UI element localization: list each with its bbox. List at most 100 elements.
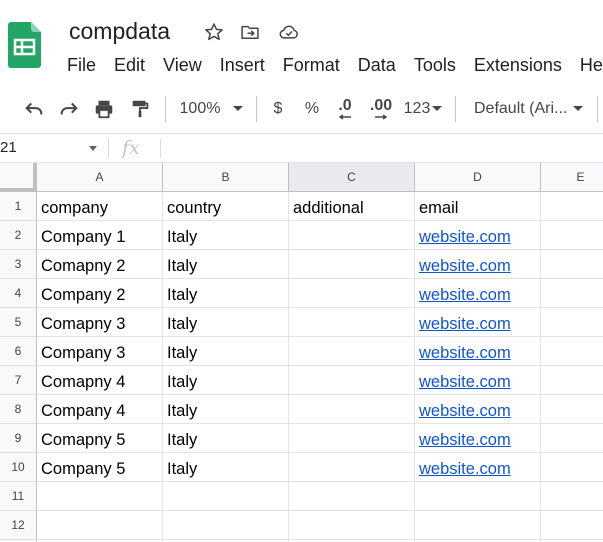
font-select[interactable]: Default (Ari...: [474, 90, 566, 128]
row-header-3[interactable]: 3: [0, 250, 37, 279]
cell-e9[interactable]: [541, 424, 603, 453]
cell-c9[interactable]: [289, 424, 415, 453]
cell-a2[interactable]: Company 1: [37, 221, 163, 250]
name-box[interactable]: 21: [0, 134, 100, 162]
menu-view[interactable]: View: [163, 53, 211, 79]
cell-c5[interactable]: [289, 308, 415, 337]
menu-edit[interactable]: Edit: [114, 53, 154, 79]
cell-b3[interactable]: Italy: [163, 250, 289, 279]
chevron-down-icon[interactable]: [230, 90, 246, 128]
cell-b5[interactable]: Italy: [163, 308, 289, 337]
menu-extensions[interactable]: Extensions: [474, 53, 571, 79]
redo-icon[interactable]: [55, 90, 83, 128]
number-format-chevron-icon[interactable]: [430, 90, 444, 128]
cell-e6[interactable]: [541, 337, 603, 366]
cell-d12[interactable]: [415, 511, 541, 540]
cell-a5[interactable]: Comapny 3: [37, 308, 163, 337]
cell-d6[interactable]: website.com: [415, 337, 541, 366]
cell-d2[interactable]: website.com: [415, 221, 541, 250]
menu-help[interactable]: Hel: [580, 53, 603, 79]
cell-d10[interactable]: website.com: [415, 453, 541, 482]
column-header-b[interactable]: B: [163, 163, 289, 192]
cell-c11[interactable]: [289, 482, 415, 511]
cell-e5[interactable]: [541, 308, 603, 337]
cell-b10[interactable]: Italy: [163, 453, 289, 482]
decrease-decimal-button[interactable]: .0: [332, 90, 358, 128]
star-icon[interactable]: [202, 20, 226, 44]
column-header-d[interactable]: D: [415, 163, 541, 192]
sheets-logo-icon[interactable]: [8, 22, 41, 68]
cell-d9[interactable]: website.com: [415, 424, 541, 453]
cell-a11[interactable]: [37, 482, 163, 511]
cell-c2[interactable]: [289, 221, 415, 250]
formula-input[interactable]: [170, 134, 590, 162]
cell-e8[interactable]: [541, 395, 603, 424]
cell-b2[interactable]: Italy: [163, 221, 289, 250]
menu-tools[interactable]: Tools: [414, 53, 465, 79]
increase-decimal-button[interactable]: .00: [366, 90, 396, 128]
currency-button[interactable]: $: [268, 90, 288, 128]
cell-e4[interactable]: [541, 279, 603, 308]
cell-e1[interactable]: [541, 192, 603, 221]
cell-e2[interactable]: [541, 221, 603, 250]
cell-a6[interactable]: Company 3: [37, 337, 163, 366]
number-format-button[interactable]: 123: [402, 90, 432, 128]
menu-file[interactable]: File: [67, 53, 105, 79]
cell-b8[interactable]: Italy: [163, 395, 289, 424]
move-to-folder-icon[interactable]: [238, 20, 262, 44]
cell-b12[interactable]: [163, 511, 289, 540]
percent-button[interactable]: %: [302, 90, 322, 128]
row-header-7[interactable]: 7: [0, 366, 37, 395]
document-title[interactable]: compdata: [69, 15, 170, 47]
row-header-12[interactable]: 12: [0, 511, 37, 540]
cell-b11[interactable]: [163, 482, 289, 511]
cell-a9[interactable]: Comapny 5: [37, 424, 163, 453]
cell-c1[interactable]: additional: [289, 192, 415, 221]
cell-e12[interactable]: [541, 511, 603, 540]
cell-a8[interactable]: Company 4: [37, 395, 163, 424]
column-header-a[interactable]: A: [37, 163, 163, 192]
cell-c3[interactable]: [289, 250, 415, 279]
column-header-c[interactable]: C: [289, 163, 415, 192]
cell-a3[interactable]: Comapny 2: [37, 250, 163, 279]
row-header-9[interactable]: 9: [0, 424, 37, 453]
cell-d11[interactable]: [415, 482, 541, 511]
cell-c12[interactable]: [289, 511, 415, 540]
cell-b7[interactable]: Italy: [163, 366, 289, 395]
row-header-5[interactable]: 5: [0, 308, 37, 337]
paint-format-icon[interactable]: [126, 90, 154, 128]
cell-e11[interactable]: [541, 482, 603, 511]
cell-c4[interactable]: [289, 279, 415, 308]
row-header-10[interactable]: 10: [0, 453, 37, 482]
cell-d4[interactable]: website.com: [415, 279, 541, 308]
cell-a12[interactable]: [37, 511, 163, 540]
menu-data[interactable]: Data: [358, 53, 405, 79]
name-box-chevron-icon[interactable]: [89, 146, 97, 151]
cell-a7[interactable]: Comapny 4: [37, 366, 163, 395]
cell-b6[interactable]: Italy: [163, 337, 289, 366]
cell-b9[interactable]: Italy: [163, 424, 289, 453]
cell-e10[interactable]: [541, 453, 603, 482]
row-header-8[interactable]: 8: [0, 395, 37, 424]
select-all-corner[interactable]: [0, 163, 37, 192]
row-header-11[interactable]: 11: [0, 482, 37, 511]
cell-e3[interactable]: [541, 250, 603, 279]
cloud-saved-icon[interactable]: [277, 20, 301, 44]
cell-b1[interactable]: country: [163, 192, 289, 221]
row-header-6[interactable]: 6: [0, 337, 37, 366]
column-header-e[interactable]: E: [541, 163, 603, 192]
cell-c6[interactable]: [289, 337, 415, 366]
cell-b4[interactable]: Italy: [163, 279, 289, 308]
row-header-4[interactable]: 4: [0, 279, 37, 308]
row-header-2[interactable]: 2: [0, 221, 37, 250]
cell-d3[interactable]: website.com: [415, 250, 541, 279]
menu-format[interactable]: Format: [283, 53, 349, 79]
print-icon[interactable]: [90, 90, 118, 128]
cell-a1[interactable]: company: [37, 192, 163, 221]
font-chevron-icon[interactable]: [570, 90, 586, 128]
cell-d5[interactable]: website.com: [415, 308, 541, 337]
zoom-select[interactable]: 100%: [176, 90, 224, 128]
cell-c8[interactable]: [289, 395, 415, 424]
cell-c7[interactable]: [289, 366, 415, 395]
cell-c10[interactable]: [289, 453, 415, 482]
